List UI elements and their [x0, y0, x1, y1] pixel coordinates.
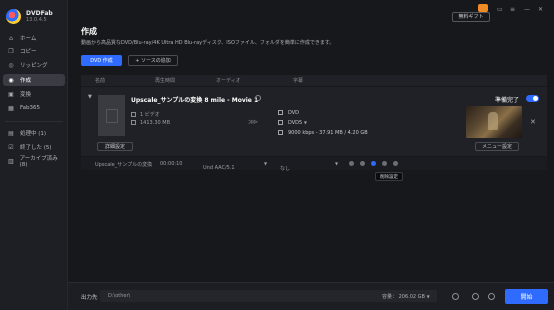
sidebar-item-label: 終了した (5) [20, 145, 52, 151]
preview-image [466, 106, 522, 138]
video-icon [131, 112, 136, 117]
archive-icon: ▥ [7, 157, 14, 165]
iso-icon[interactable] [472, 293, 479, 300]
status-ready: 準備完了 [495, 97, 520, 104]
file-placeholder-icon [105, 108, 118, 123]
app-name: DVDFab [26, 9, 53, 17]
convert-icon: ▣ [8, 90, 14, 98]
copy-icon: ❐ [8, 47, 14, 55]
sidebar-item-processing[interactable]: ▤ 処理中 (1) [3, 127, 65, 139]
rip-icon: ◎ [8, 61, 14, 69]
page-title: 作成 [81, 27, 97, 36]
output-label: 出力先 [81, 295, 98, 301]
gift-badge-icon [478, 4, 488, 12]
column-name: 名前 [95, 78, 106, 84]
column-audio: オーディオ [216, 78, 241, 84]
subtitle-track-icon[interactable] [393, 161, 398, 166]
add-source-button[interactable]: + ソースの追加 [128, 55, 178, 66]
sidebar-item-copy[interactable]: ❐ コピー [3, 45, 65, 57]
info-icon[interactable] [255, 95, 261, 101]
sidebar-item-fab365[interactable]: ▦ Fab365 [3, 102, 65, 114]
capacity-select[interactable]: 容量： 206.02 GB ▼ [382, 293, 430, 300]
title-bar: 無料ギフト ▭ ≡ — ✕ [68, 0, 554, 22]
sidebar-item-label: 作成 [20, 78, 32, 84]
audio-chevron-down-icon: ▼ [264, 161, 268, 166]
sidebar-item-label: 変換 [20, 92, 32, 98]
sidebar-divider [5, 121, 63, 122]
close-window-icon[interactable]: ✕ [538, 6, 543, 13]
menu-settings-button[interactable]: メニュー設定 [475, 142, 519, 151]
output-type: DVD [278, 110, 299, 116]
fab365-icon: ▦ [8, 104, 14, 112]
sidebar-item-creator[interactable]: ◉ 作成 [3, 74, 65, 86]
sidebar-item-label: ホーム [20, 36, 37, 42]
output-format-select[interactable]: DVD5 ▼ [278, 120, 307, 126]
output-bitrate: 9000 kbps - 37.91 MB / 4.20 GB [278, 130, 368, 136]
sidebar-item-ripper[interactable]: ◎ リッピング [3, 59, 65, 71]
minimize-icon[interactable]: — [524, 6, 530, 13]
bottom-bar: 出力先 D:\other\ 容量： 206.02 GB ▼ 開始 [68, 282, 554, 310]
source-item: ▼ Upscale_サンプルの変換 8 mile - Movie 1 1 ビデオ… [81, 87, 547, 156]
sidebar-item-label: Fab365 [20, 105, 41, 111]
sidebar-item-finished[interactable]: ☑ 終了した (5) [3, 141, 65, 153]
advanced-settings-label: 詳細設定 [104, 144, 125, 150]
column-duration: 再生時間 [155, 78, 176, 84]
start-button[interactable]: 開始 [505, 289, 548, 304]
finished-icon: ☑ [8, 143, 14, 151]
notification-icon[interactable]: ▭ [497, 6, 503, 13]
home-icon: ⌂ [9, 34, 13, 42]
sidebar-item-home[interactable]: ⌂ ホーム [3, 32, 65, 44]
bitrate-icon [278, 130, 283, 135]
convert-arrow-icon: ⋙ [248, 118, 258, 126]
sidebar-item-label: アーカイブ済み (8) [19, 156, 58, 168]
page-description: 動画から高品質なDVD/Blu-ray/4K Ultra HD Blu-rayデ… [81, 40, 335, 46]
chevron-down-icon: ▼ [426, 294, 430, 299]
settings-icon[interactable] [488, 293, 495, 300]
collapse-caret-icon[interactable]: ▼ [88, 94, 92, 100]
tooltip: 削除設定 [375, 172, 403, 181]
dvdfab-logo-icon [6, 9, 21, 24]
source-title: Upscale_サンプルの変換 8 mile - Movie 1 [131, 97, 259, 104]
remove-item-icon[interactable]: ✕ [530, 118, 536, 126]
chevron-down-icon: ▼ [303, 120, 307, 125]
app-logo: DVDFab 13.0.4.5 [6, 9, 53, 24]
folder-icon[interactable] [452, 293, 459, 300]
source-chapters: 1 ビデオ [131, 111, 160, 118]
title-row-duration: 00:00:10 [160, 161, 183, 167]
crop-icon[interactable] [360, 161, 365, 166]
app-version: 13.0.4.5 [26, 16, 47, 23]
add-source-label: + ソースの追加 [135, 58, 171, 64]
size-icon [131, 120, 136, 125]
source-thumbnail [98, 95, 125, 136]
menu-settings-label: メニュー設定 [481, 144, 512, 150]
source-size: 1413.30 MB [131, 120, 170, 126]
sidebar-item-label: コピー [20, 49, 37, 55]
sidebar-item-archive[interactable]: ▥ アーカイブ済み (8) [3, 155, 65, 168]
processing-icon: ▤ [8, 129, 14, 137]
disc-icon [278, 110, 283, 115]
subtitle-chevron-down-icon: ▼ [335, 161, 339, 166]
creator-icon: ◉ [8, 76, 14, 84]
title-row: Upscale_サンプルの変換 00:00:10 Und AAC/5.1 ▼ な… [81, 157, 547, 172]
column-subtitle: 字幕 [293, 78, 304, 84]
delete-settings-icon[interactable] [371, 161, 376, 166]
edit-icon[interactable] [349, 161, 354, 166]
sidebar-item-label: 処理中 (1) [20, 131, 47, 137]
advanced-settings-button[interactable]: 詳細設定 [97, 142, 133, 151]
free-gift-button[interactable]: 無料ギフト [452, 12, 490, 22]
dvd-creator-button[interactable]: DVD 作成 [81, 55, 122, 66]
sidebar: DVDFab 13.0.4.5 ⌂ ホーム ❐ コピー ◎ リッピング ◉ 作成… [0, 0, 68, 310]
menu-icon[interactable]: ≡ [510, 6, 515, 13]
sidebar-item-convert[interactable]: ▣ 変換 [3, 88, 65, 100]
title-row-name: Upscale_サンプルの変換 [95, 162, 153, 168]
audio-track-icon[interactable] [382, 161, 387, 166]
format-icon [278, 120, 283, 125]
dvd-creator-label: DVD 作成 [90, 58, 113, 64]
main-panel: 無料ギフト ▭ ≡ — ✕ 作成 動画から高品質なDVD/Blu-ray/4K … [68, 0, 554, 310]
sidebar-item-label: リッピング [20, 63, 48, 69]
table-header: 名前 再生時間 オーディオ 字幕 [81, 75, 547, 86]
ready-toggle[interactable] [526, 95, 539, 102]
